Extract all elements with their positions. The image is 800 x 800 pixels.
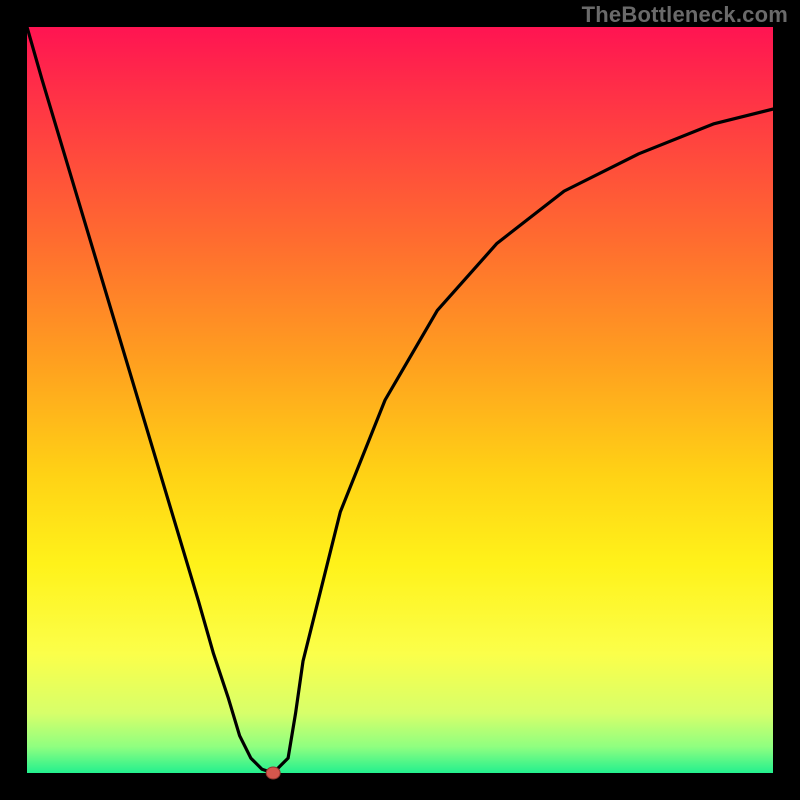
optimal-marker (266, 767, 280, 779)
chart-svg (0, 0, 800, 800)
watermark-text: TheBottleneck.com (582, 2, 788, 28)
chart-frame: TheBottleneck.com (0, 0, 800, 800)
